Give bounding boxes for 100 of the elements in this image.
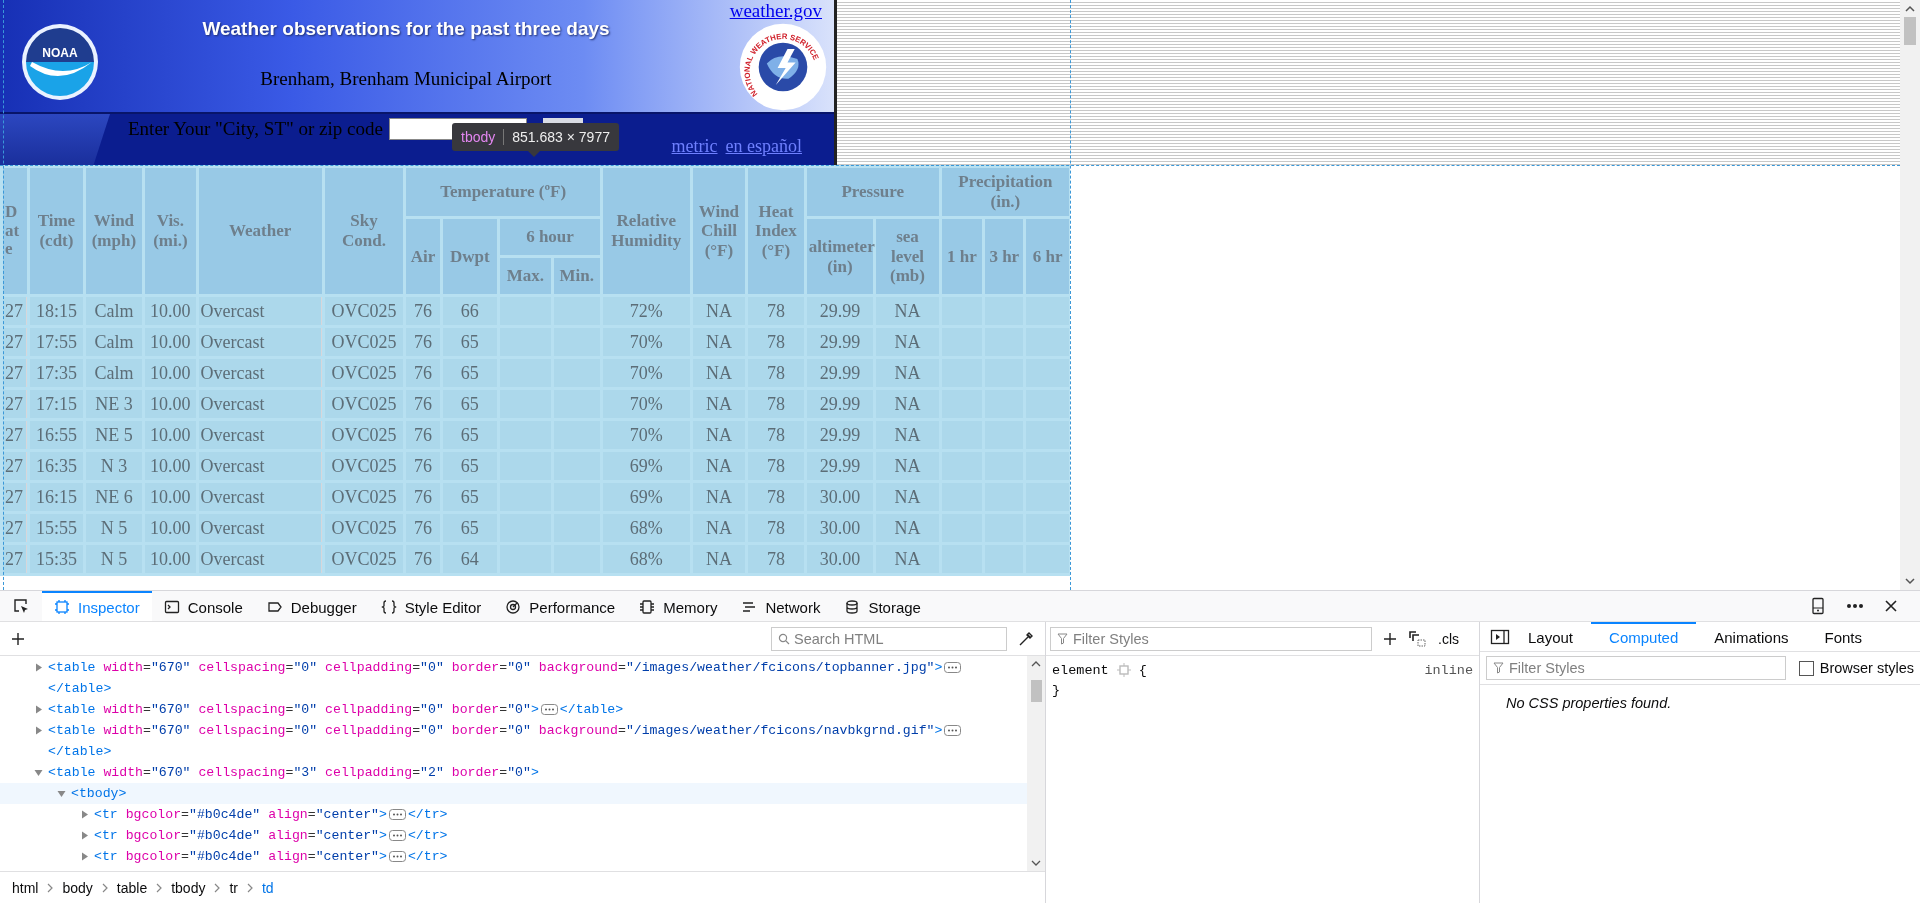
table-cell: 65	[442, 483, 498, 511]
table-cell: NE 5	[85, 421, 143, 449]
close-tag: </table>	[48, 741, 112, 762]
table-cell: 76	[406, 421, 440, 449]
table-cell: 10.00	[145, 545, 196, 573]
column-header: Precipitation (in.)	[941, 168, 1069, 216]
table-cell: 10.00	[145, 390, 196, 418]
table-cell: Calm	[85, 359, 143, 387]
table-cell: 70%	[602, 328, 690, 356]
table-cell: 65	[442, 328, 498, 356]
table-cell: 70%	[602, 390, 690, 418]
search-label: Enter Your "City, ST" or zip code	[128, 117, 383, 140]
table-cell: 29.99	[806, 297, 874, 325]
table-cell: 76	[406, 297, 440, 325]
table-cell: 17:55	[30, 328, 83, 356]
table-cell: OVC025	[324, 421, 404, 449]
table-cell: 70%	[602, 421, 690, 449]
tooltip-size: 851.683 × 7977	[512, 129, 610, 145]
column-header: sea level (mb)	[876, 219, 939, 294]
column-header: 6 hour	[500, 219, 600, 255]
table-cell: 68%	[602, 514, 690, 542]
table-cell: Overcast	[198, 514, 322, 542]
column-header: Relative Humidity	[602, 168, 690, 294]
table-cell: 16:35	[30, 452, 83, 480]
table-cell: N 5	[85, 514, 143, 542]
table-cell: 18:15	[30, 297, 83, 325]
open-tag: <tr bgcolor="#b0c4de" align="center">	[94, 828, 387, 843]
table-cell: 17:35	[30, 359, 83, 387]
open-tag: <table width="670" cellspacing="0" cellpadding="0" border="0" background="/images/weather/fcicons/topbanner.jpg">	[48, 660, 943, 675]
table-cell: NA	[876, 514, 939, 542]
table-cell: 27	[3, 514, 28, 542]
table-cell: NA	[692, 359, 746, 387]
close-tag: </table>	[48, 678, 112, 699]
rule-selector: element	[1052, 662, 1109, 678]
column-header: altimeter (in)	[806, 219, 874, 294]
tooltip-tag: tbody	[461, 129, 496, 145]
column-header: 3 hr	[985, 219, 1024, 294]
table-cell: 78	[748, 390, 804, 418]
open-tag: <table width="670" cellspacing="0" cellpadding="0" border="0">	[48, 702, 539, 717]
noaa-logo: NOAA	[20, 22, 100, 102]
table-cell: NA	[692, 421, 746, 449]
table-cell: NA	[692, 297, 746, 325]
table-cell: 76	[406, 514, 440, 542]
table-cell: OVC025	[324, 328, 404, 356]
column-header: 1 hr	[941, 219, 983, 294]
table-cell: OVC025	[324, 483, 404, 511]
table-cell: NA	[876, 452, 939, 480]
table-cell: Overcast	[198, 390, 322, 418]
table-cell: 29.99	[806, 328, 874, 356]
table-cell: 15:55	[30, 514, 83, 542]
table-cell: 72%	[602, 297, 690, 325]
table-cell: 27	[3, 421, 28, 449]
table-cell: 64	[442, 545, 498, 573]
table-cell: 27	[3, 452, 28, 480]
table-cell: 17:15	[30, 390, 83, 418]
table-cell: 69%	[602, 483, 690, 511]
table-cell: 30.00	[806, 545, 874, 573]
table-cell: 16:15	[30, 483, 83, 511]
table-cell: 27	[3, 545, 28, 573]
column-header: 6 hr	[1026, 219, 1069, 294]
column-header: Pressure	[806, 168, 939, 216]
open-tag: <tr bgcolor="#b0c4de" align="center">	[94, 849, 387, 864]
open-tag: <tr bgcolor="#b0c4de" align="center">	[94, 807, 387, 822]
table-cell: NA	[876, 390, 939, 418]
table-cell: 10.00	[145, 452, 196, 480]
close-tag: </tr>	[407, 825, 448, 846]
table-cell: 70%	[602, 359, 690, 387]
table-cell: 10.00	[145, 514, 196, 542]
column-header: Temperature (ºF)	[406, 168, 600, 216]
table-cell: 30.00	[806, 514, 874, 542]
checkbox-label: Browser styles	[1819, 660, 1914, 676]
table-cell: NA	[692, 452, 746, 480]
table-cell: 15:35	[30, 545, 83, 573]
close-tag: </tr>	[407, 846, 448, 867]
table-cell: 78	[748, 421, 804, 449]
rule-source: inline	[1424, 662, 1473, 678]
table-cell: OVC025	[324, 452, 404, 480]
open-tag: <tbody>	[71, 786, 127, 801]
table-cell: 29.99	[806, 452, 874, 480]
table-cell: 78	[748, 297, 804, 325]
table-cell: OVC025	[324, 390, 404, 418]
column-header: Date	[3, 168, 28, 294]
table-cell: Calm	[85, 328, 143, 356]
table-cell: 76	[406, 359, 440, 387]
station-name: Brenham, Brenham Municipal Airport	[260, 68, 552, 90]
table-cell: 65	[442, 390, 498, 418]
table-cell: N 3	[85, 452, 143, 480]
column-header: Max.	[500, 258, 551, 294]
table-cell: NA	[692, 545, 746, 573]
table-cell: NE 6	[85, 483, 143, 511]
table-cell: 76	[406, 452, 440, 480]
table-cell: 27	[3, 359, 28, 387]
table-cell: NA	[876, 483, 939, 511]
table-cell: NA	[876, 545, 939, 573]
page-title: Weather observations for the past three days	[202, 18, 610, 40]
table-cell: 10.00	[145, 328, 196, 356]
empty-message: No CSS properties found.	[1505, 694, 1673, 711]
column-header: Dwpt	[442, 219, 498, 294]
table-cell: 78	[748, 514, 804, 542]
table-cell: OVC025	[324, 514, 404, 542]
